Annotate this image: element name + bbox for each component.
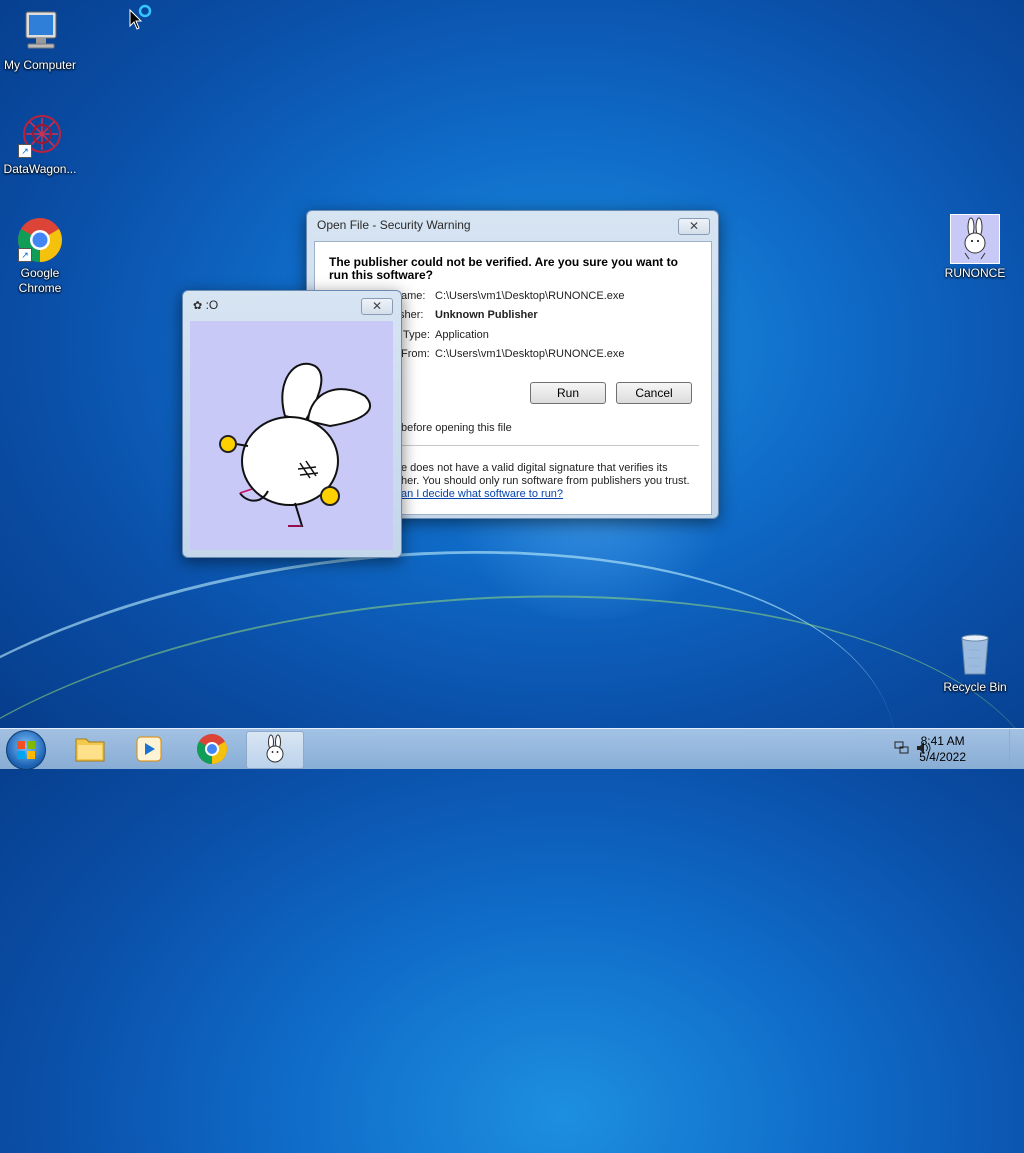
desktop-icon-runonce[interactable]: RUNONCE xyxy=(935,214,1015,281)
desktop-icon-label: My Computer xyxy=(3,58,77,72)
media-player-icon xyxy=(136,736,162,762)
show-desktop-button[interactable] xyxy=(1009,729,1024,769)
bunny-close-button[interactable]: ✕ xyxy=(361,298,393,315)
shortcut-arrow-icon: ↗ xyxy=(18,144,32,158)
desktop-icon-my-computer[interactable]: My Computer xyxy=(0,8,80,73)
desktop-icon-recycle-bin[interactable]: Recycle Bin xyxy=(935,630,1015,695)
field-value-from: C:\Users\vm1\Desktop\RUNONCE.exe xyxy=(435,348,625,360)
taskbar-chrome[interactable] xyxy=(184,731,240,767)
field-value-type: Application xyxy=(435,329,489,341)
cancel-button-label: Cancel xyxy=(635,386,673,400)
field-label-name: ame: xyxy=(401,290,426,302)
desktop-icon-datawagon[interactable]: ↗ DataWagon... xyxy=(0,112,80,177)
shortcut-arrow-icon: ↗ xyxy=(18,248,32,262)
dialog-title: Open File - Security Warning xyxy=(317,218,471,232)
bunny-window-title: :O xyxy=(205,298,219,312)
datawagon-icon: ↗ xyxy=(16,112,64,160)
desktop-icon-label: DataWagon... xyxy=(3,162,77,176)
warning-text-line2: her. You should only run software from p… xyxy=(401,475,690,487)
run-button[interactable]: Run xyxy=(530,382,606,404)
start-button[interactable] xyxy=(6,730,46,770)
bunny-illustration xyxy=(219,363,372,527)
desktop-icon-google-chrome[interactable]: ↗ Google Chrome xyxy=(0,216,80,296)
field-label-type: Type: xyxy=(403,329,430,341)
dialog-heading: The publisher could not be verified. Are… xyxy=(329,255,678,282)
desktop-icon-label: RUNONCE xyxy=(944,266,1006,280)
desktop-icon-label: Google Chrome xyxy=(18,266,62,295)
dialog-titlebar[interactable]: Open File - Security Warning ✕ xyxy=(307,211,718,239)
close-icon: ✕ xyxy=(688,219,700,233)
taskbar-media-player[interactable] xyxy=(122,731,178,767)
bunny-canvas xyxy=(190,321,393,550)
cancel-button[interactable]: Cancel xyxy=(616,382,692,404)
busy-cursor-icon xyxy=(129,4,152,30)
field-label-publisher: sher: xyxy=(399,309,424,321)
close-button[interactable]: ✕ xyxy=(678,218,710,235)
field-value-name: C:\Users\vm1\Desktop\RUNONCE.exe xyxy=(435,290,625,302)
always-ask-checkbox-label[interactable]: before opening this file xyxy=(401,422,512,434)
bunny-icon xyxy=(950,214,1000,264)
bunny-window: ✿ :O ✕ xyxy=(182,290,402,558)
chrome-icon: ↗ xyxy=(16,216,64,264)
folder-icon xyxy=(75,738,105,762)
run-button-label: Run xyxy=(556,386,579,400)
taskbar: 8:41 AM 5/4/2022 xyxy=(0,728,1024,770)
warning-text-line1: e does not have a valid digital signatur… xyxy=(401,462,668,474)
bunny-title-icon: ✿ xyxy=(193,300,203,312)
computer-icon xyxy=(16,8,64,56)
clock-time: 8:41 AM xyxy=(920,734,965,748)
bunny-icon xyxy=(266,734,284,763)
desktop-icon-label: Recycle Bin xyxy=(943,680,1007,694)
network-icon[interactable] xyxy=(894,741,910,755)
clock-date: 5/4/2022 xyxy=(919,750,966,764)
field-label-from: From: xyxy=(401,348,430,360)
taskbar-explorer[interactable] xyxy=(62,731,118,767)
close-icon: ✕ xyxy=(371,299,383,313)
help-link[interactable]: an I decide what software to run? xyxy=(401,488,563,500)
bunny-titlebar[interactable]: ✿ :O ✕ xyxy=(183,291,401,319)
recycle-bin-icon xyxy=(951,630,999,678)
windows-logo-icon xyxy=(17,741,35,759)
field-value-publisher: Unknown Publisher xyxy=(435,309,538,321)
system-clock[interactable]: 8:41 AM 5/4/2022 xyxy=(919,733,966,765)
taskbar-runonce[interactable] xyxy=(246,731,304,769)
chrome-icon xyxy=(196,734,228,764)
